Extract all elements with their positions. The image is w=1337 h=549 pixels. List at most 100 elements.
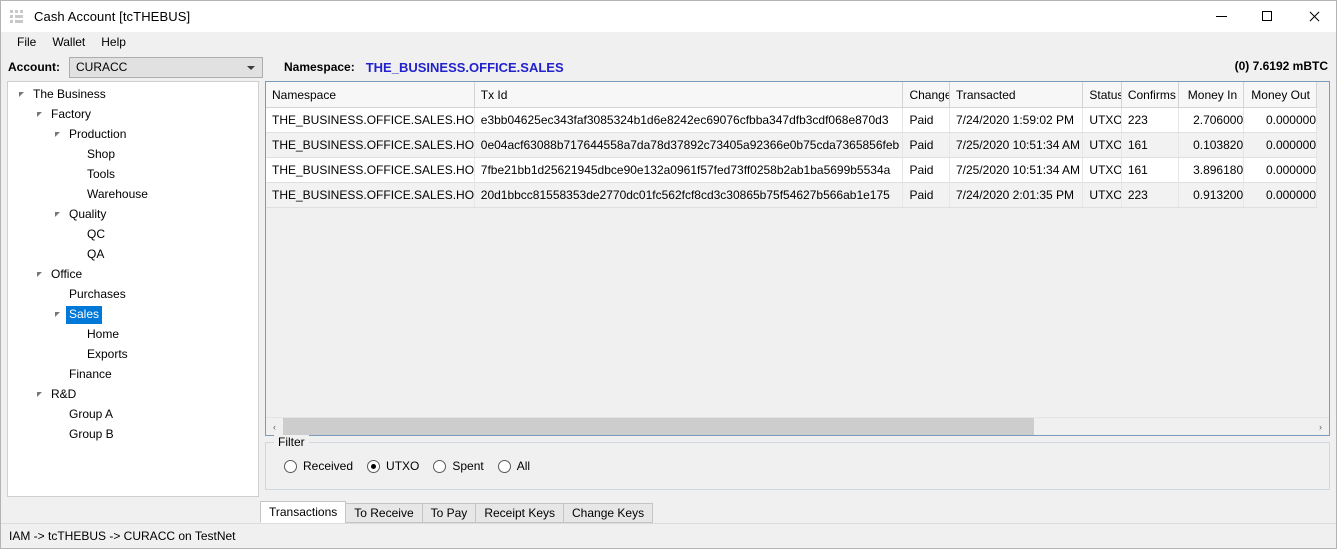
namespace-tree[interactable]: The Business Factory Production Shop Tools Wa… xyxy=(7,81,259,497)
cell-transacted: 7/25/2020 10:51:34 AM xyxy=(949,157,1084,183)
tree-node[interactable]: Sales xyxy=(8,305,258,325)
status-text: IAM -> tcTHEBUS -> CURACC on TestNet xyxy=(9,529,236,543)
horizontal-scrollbar[interactable]: ‹ › xyxy=(266,417,1329,435)
account-select[interactable]: CURACC xyxy=(69,56,263,78)
tree-node[interactable]: Office xyxy=(8,265,258,285)
column-header[interactable]: Money Out xyxy=(1243,82,1317,108)
tree-node[interactable]: Exports xyxy=(8,345,258,365)
tree-node[interactable]: Shop xyxy=(8,145,258,165)
cell-confirms: 223 xyxy=(1121,107,1180,133)
tab-to-receive[interactable]: To Receive xyxy=(345,503,423,523)
transactions-grid: Namespace Tx Id Change Transacted Status Conf… xyxy=(265,81,1330,436)
radio-all[interactable]: All xyxy=(497,459,530,473)
maximize-button[interactable] xyxy=(1244,1,1290,31)
radio-indicator-icon[interactable] xyxy=(367,459,381,473)
toolbar-row: Account: CURACC Namespace: THE_BUSINESS.… xyxy=(1,53,1336,81)
menu-item-help[interactable]: Help xyxy=(93,33,134,52)
cell-transacted: 7/24/2020 2:01:35 PM xyxy=(949,182,1084,208)
column-header[interactable]: Change xyxy=(902,82,950,108)
tree-node[interactable]: QC xyxy=(8,225,258,245)
cell-txid: 0e04acf63088b717644558a7da78d37892c73405… xyxy=(474,132,904,158)
tree-node[interactable]: R&D xyxy=(8,385,258,405)
tree-node-label: Finance xyxy=(69,367,112,381)
cell-transacted: 7/24/2020 1:59:02 PM xyxy=(949,107,1084,133)
radio-label: Received xyxy=(303,459,354,473)
tree-node-label: Group B xyxy=(69,427,114,441)
menu-item-file[interactable]: File xyxy=(9,33,44,52)
tree-node-label: Warehouse xyxy=(87,187,148,201)
tab-receipt-keys[interactable]: Receipt Keys xyxy=(475,503,565,523)
radio-indicator-icon[interactable] xyxy=(497,459,511,473)
column-header[interactable]: Status xyxy=(1082,82,1122,108)
scrollbar-thumb[interactable] xyxy=(283,418,1035,435)
radio-received[interactable]: Received xyxy=(284,459,353,473)
cell-money-out: 0.000000 xyxy=(1243,182,1317,208)
tree-node[interactable]: QA xyxy=(8,245,258,265)
window-controls xyxy=(1198,1,1336,31)
filter-radio-group[interactable]: Received UTXO Spent All xyxy=(266,443,1329,489)
radio-indicator-icon[interactable] xyxy=(433,459,447,473)
tree-node[interactable]: Purchases xyxy=(8,285,258,305)
scroll-right-arrow-icon[interactable]: › xyxy=(1312,418,1329,435)
tree-node[interactable]: Quality xyxy=(8,205,258,225)
menu-item-wallet[interactable]: Wallet xyxy=(44,33,93,52)
tab-change-keys[interactable]: Change Keys xyxy=(563,503,654,523)
scroll-left-arrow-icon[interactable]: ‹ xyxy=(266,418,283,435)
tab-transactions[interactable]: Transactions xyxy=(260,501,347,523)
tree-expander-icon[interactable] xyxy=(34,385,48,405)
application-window: Cash Account [tcTHEBUS] File Wallet Help… xyxy=(0,0,1337,549)
tree-node[interactable]: Finance xyxy=(8,365,258,385)
radio-label: Spent xyxy=(452,459,484,473)
radio-utxo[interactable]: UTXO xyxy=(367,459,419,473)
cell-status: UTXO xyxy=(1082,107,1122,133)
menu-bar: File Wallet Help xyxy=(1,32,1336,53)
tree-expander-icon[interactable] xyxy=(34,105,48,125)
cell-txid: 20d1bbcc81558353de2770dc01fc562fcf8cd3c3… xyxy=(474,182,904,208)
close-button[interactable] xyxy=(1290,1,1336,31)
tree-node[interactable]: Production xyxy=(8,125,258,145)
minimize-button[interactable] xyxy=(1198,1,1244,31)
tree-expander-icon[interactable] xyxy=(16,85,30,105)
column-header[interactable]: Confirms xyxy=(1121,82,1180,108)
left-pane: The Business Factory Production Shop Tools Wa… xyxy=(1,81,259,523)
column-header[interactable]: Namespace xyxy=(266,82,475,108)
tree-node[interactable]: Home xyxy=(8,325,258,345)
maximize-icon xyxy=(1262,11,1272,21)
tree-expander-icon[interactable] xyxy=(52,205,66,225)
radio-spent[interactable]: Spent xyxy=(433,459,484,473)
right-pane: Namespace Tx Id Change Transacted Status Conf… xyxy=(259,81,1336,523)
tree-node[interactable]: The Business xyxy=(8,85,258,105)
column-header[interactable]: Transacted xyxy=(949,82,1084,108)
tree-node-label: Tools xyxy=(87,167,116,181)
tree-node[interactable]: Tools xyxy=(8,165,258,185)
scrollbar-track[interactable] xyxy=(283,418,1312,435)
tree-node-label: QC xyxy=(87,227,105,241)
status-bar: IAM -> tcTHEBUS -> CURACC on TestNet xyxy=(1,523,1336,548)
tree-node[interactable]: Group B xyxy=(8,425,258,445)
table-row[interactable]: THE_BUSINESS.OFFICE.SALES.HOME 0e04acf630… xyxy=(266,132,1317,158)
cell-money-in: 2.706000 xyxy=(1178,107,1245,133)
tree-expander-icon[interactable] xyxy=(52,305,66,325)
column-header[interactable]: Money In xyxy=(1178,82,1245,108)
table-row[interactable]: THE_BUSINESS.OFFICE.SALES.HOME 20d1bbcc81… xyxy=(266,182,1317,208)
cell-namespace: THE_BUSINESS.OFFICE.SALES.HOME xyxy=(266,182,475,208)
table-row[interactable]: THE_BUSINESS.OFFICE.SALES.HOME 7fbe21bb1d… xyxy=(266,157,1317,183)
tree-node-label: Exports xyxy=(87,347,128,361)
tree-expander-icon[interactable] xyxy=(52,125,66,145)
cell-transacted: 7/25/2020 10:51:34 AM xyxy=(949,132,1084,158)
cell-status: UTXO xyxy=(1082,132,1122,158)
cell-change: Paid xyxy=(902,182,950,208)
cell-confirms: 161 xyxy=(1121,157,1180,183)
column-header[interactable]: Tx Id xyxy=(474,82,904,108)
tree-expander-icon[interactable] xyxy=(34,265,48,285)
tree-node[interactable]: Factory xyxy=(8,105,258,125)
radio-indicator-icon[interactable] xyxy=(284,459,297,473)
tree-node[interactable]: Group A xyxy=(8,405,258,425)
filter-group: Filter Received UTXO Spent All xyxy=(265,435,1330,490)
tree-node[interactable]: Warehouse xyxy=(8,185,258,205)
table-row[interactable]: THE_BUSINESS.OFFICE.SALES.HOME e3bb04625e… xyxy=(266,107,1317,133)
tab-to-pay[interactable]: To Pay xyxy=(421,503,477,523)
